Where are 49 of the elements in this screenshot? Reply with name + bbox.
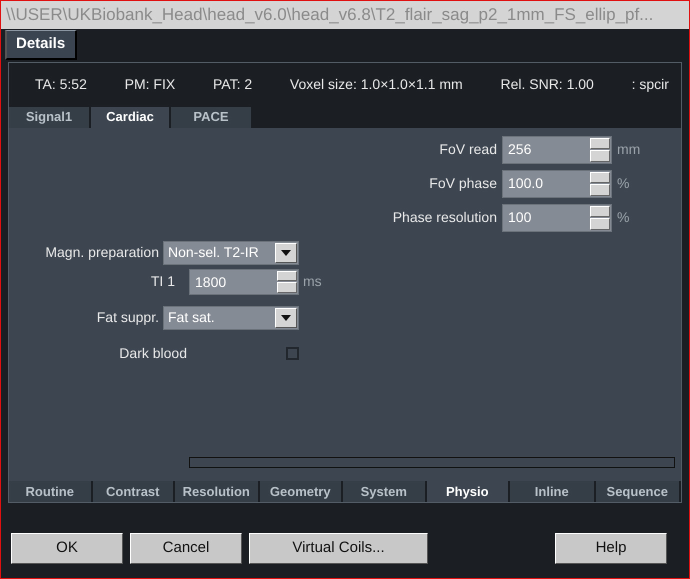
info-text: : spcir	[632, 75, 669, 94]
tab[interactable]: Geometry	[260, 481, 344, 502]
tab[interactable]: PACE	[171, 106, 253, 128]
tab[interactable]: Sequence	[596, 481, 681, 502]
field-label: FoV read	[438, 140, 497, 159]
dialog-button[interactable]: Virtual Coils...	[249, 533, 428, 564]
field-label: TI 1	[150, 272, 175, 291]
dropdown-button[interactable]	[275, 242, 297, 262]
tab[interactable]: Contrast	[92, 481, 176, 502]
dropdown[interactable]: Fat sat.	[163, 306, 299, 330]
field-label: FoV phase	[428, 174, 497, 193]
field-label: Magn. preparation	[45, 243, 159, 262]
info-text: TA: 5:52	[35, 75, 87, 94]
info-text: Voxel size: 1.0×1.0×1.1 mm	[290, 75, 463, 94]
unit-label: %	[617, 174, 630, 193]
spin-arrows[interactable]	[589, 136, 611, 162]
spin-arrows[interactable]	[276, 270, 298, 294]
spin-field[interactable]: 100.0	[502, 170, 612, 198]
spin-arrows[interactable]	[589, 204, 611, 230]
tab[interactable]: Inline	[510, 481, 596, 502]
dialog-button[interactable]: Help	[555, 533, 667, 564]
dropdown-button[interactable]	[275, 308, 297, 328]
spin-field[interactable]: 256	[502, 136, 612, 164]
tab[interactable]: Resolution	[175, 481, 260, 502]
caret-icon	[281, 314, 291, 320]
unit-label: ms	[303, 272, 322, 291]
field-label: Phase resolution	[392, 208, 497, 227]
dialog-button[interactable]: OK	[11, 533, 123, 564]
info-text: Rel. SNR: 1.00	[500, 75, 594, 94]
window-title: \\USER\UKBiobank_Head\head_v6.0\head_v6.8\T2_flair_sag_p2_1mm_FS_ellip_pf...	[1, 1, 689, 29]
spin-arrows[interactable]	[589, 170, 611, 196]
details-tab[interactable]: Details	[5, 30, 78, 60]
info-text: PAT: 2	[212, 75, 252, 94]
info-text: PM: FIX	[124, 75, 176, 94]
spin-field[interactable]: 1800	[189, 268, 299, 294]
unit-label: mm	[617, 140, 642, 159]
tab[interactable]: Cardiac	[91, 106, 171, 128]
dropdown[interactable]: Non-sel. T2-IR	[163, 240, 299, 264]
spin-field[interactable]: 100	[502, 204, 612, 232]
tab[interactable]: Routine	[9, 481, 92, 502]
dialog-button[interactable]: Cancel	[130, 533, 242, 564]
unit-label: %	[617, 208, 630, 227]
caret-icon	[281, 250, 291, 256]
checkbox-label: Dark blood	[119, 345, 187, 361]
tab[interactable]: Signal1	[9, 106, 91, 128]
tab[interactable]: Physio	[426, 481, 510, 502]
field-label: Fat suppr.	[96, 308, 159, 327]
checkbox[interactable]	[286, 347, 299, 360]
tab[interactable]: System	[343, 481, 427, 502]
